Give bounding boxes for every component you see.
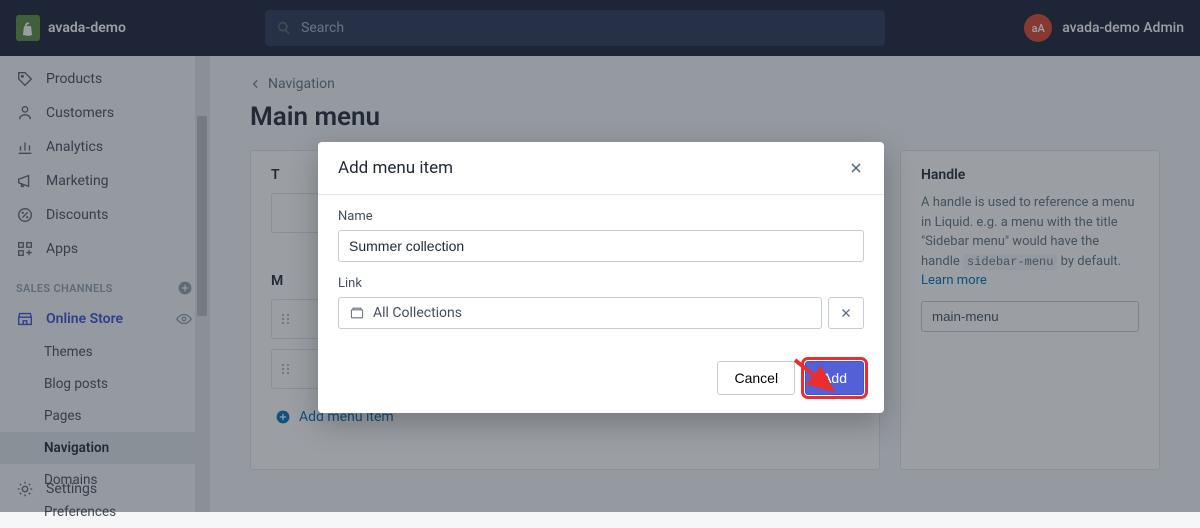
modal-title: Add menu item [338, 158, 453, 178]
close-icon[interactable] [848, 160, 864, 176]
name-label: Name [338, 209, 864, 224]
clear-link-button[interactable] [828, 297, 864, 329]
link-input[interactable]: All Collections [338, 297, 822, 329]
cancel-button[interactable]: Cancel [717, 361, 795, 395]
collections-icon [349, 305, 365, 321]
link-label: Link [338, 276, 864, 291]
add-menu-item-modal: Add menu item Name Link All Collections … [318, 142, 884, 413]
add-button[interactable]: Add [805, 361, 864, 395]
name-input[interactable] [338, 230, 864, 262]
